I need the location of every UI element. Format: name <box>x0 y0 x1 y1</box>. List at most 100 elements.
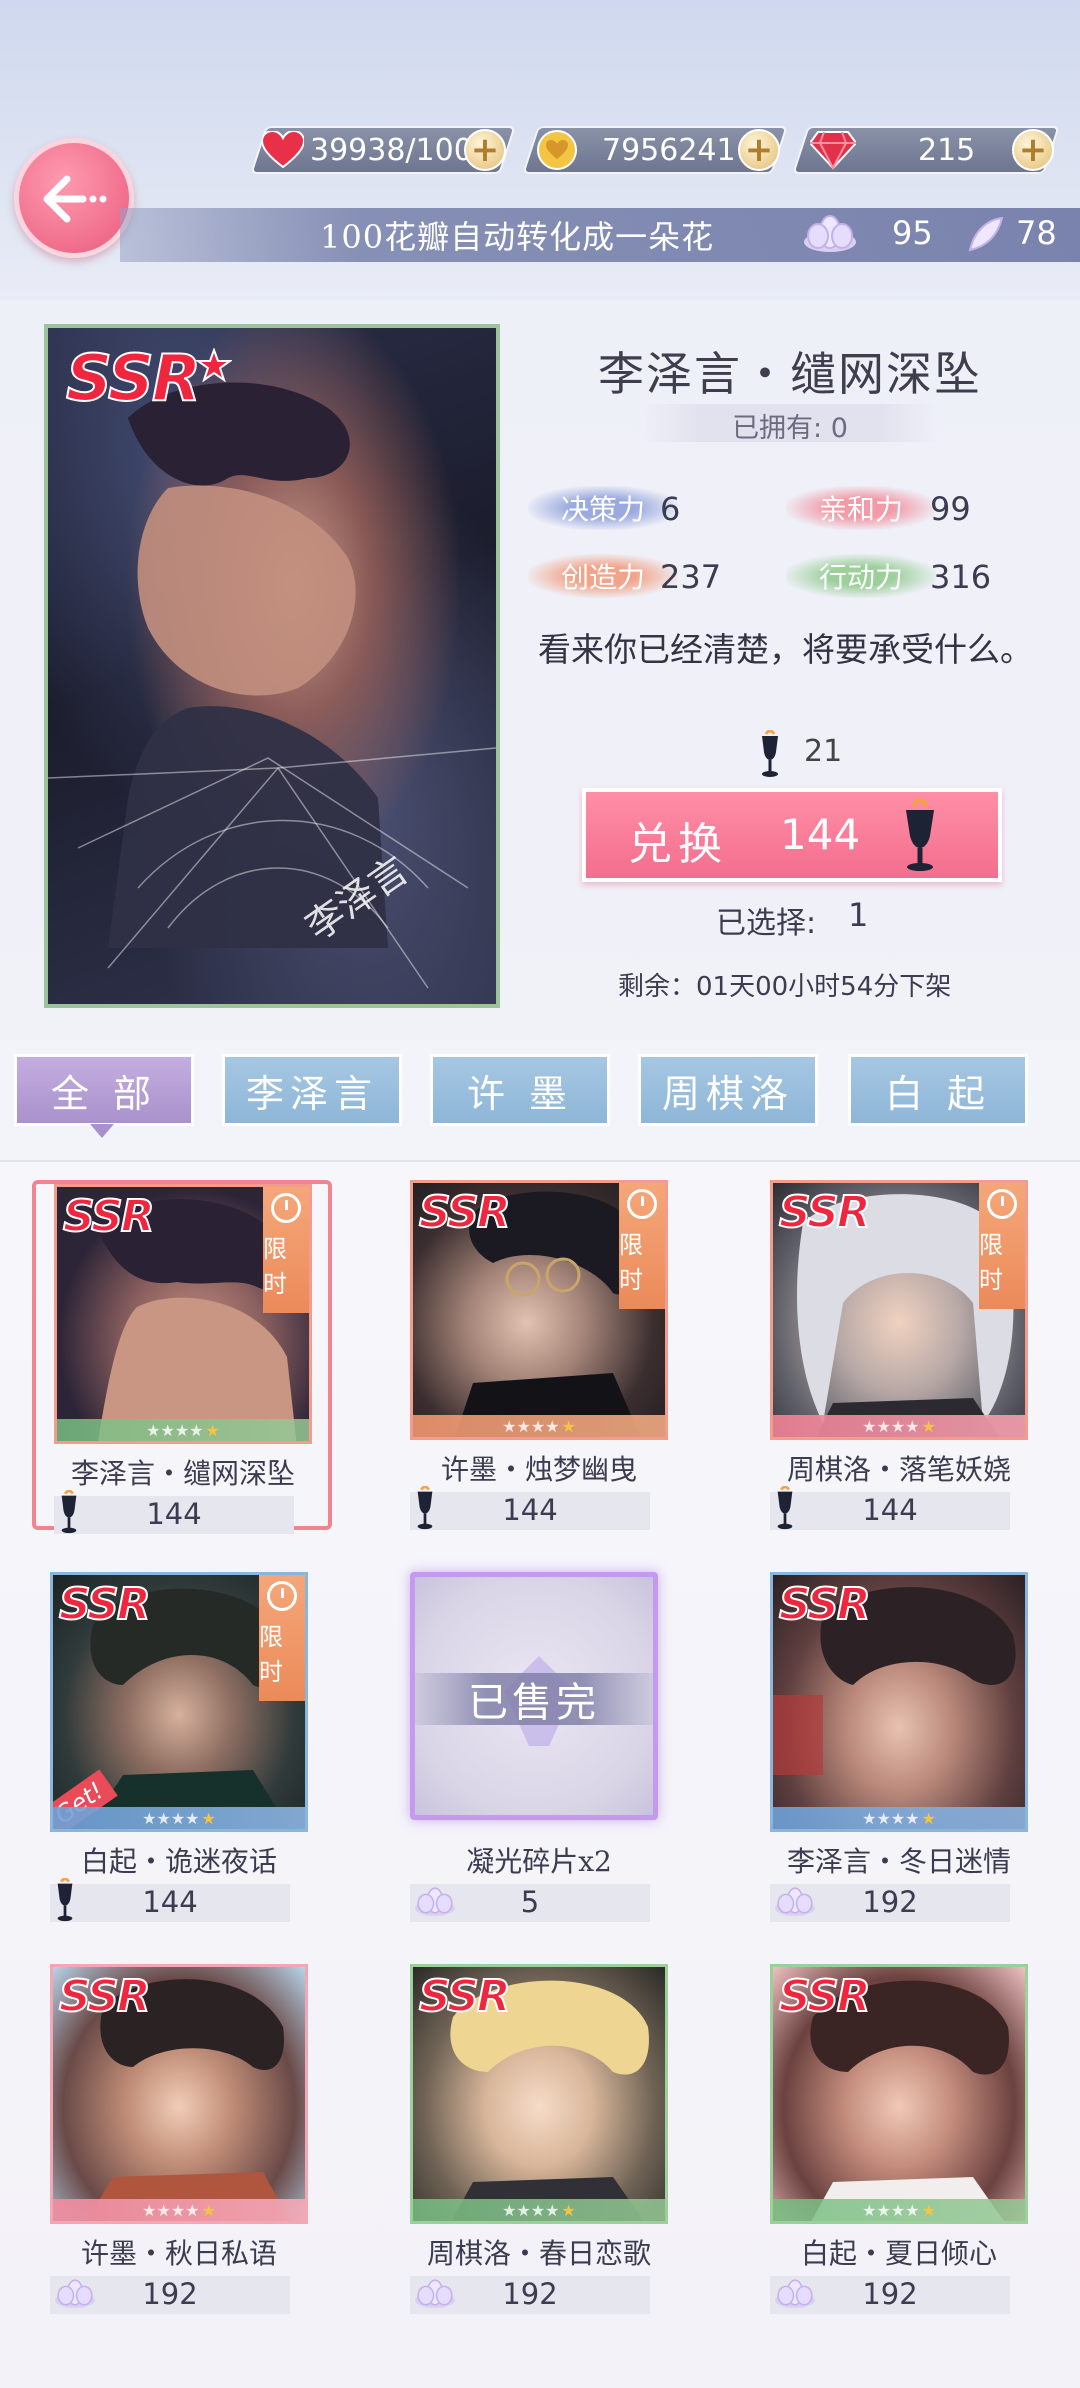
item-name: 李泽言・缱网深坠 <box>70 1457 295 1490</box>
stamina-plus-button[interactable]: + <box>464 129 506 171</box>
item-price: 144 <box>142 1885 198 1919</box>
exchange-price: 144 <box>780 810 861 859</box>
item-name: 周棋洛・春日恋歌 <box>426 2237 651 2270</box>
gold-coin-icon <box>537 130 577 170</box>
shop-item-1[interactable]: SSR 限时 ★★★★ ★ 李泽言・缱网深坠 144 <box>32 1180 332 1534</box>
tab-bai-qi[interactable]: 白 起 <box>848 1054 1028 1126</box>
star-rating: ★★★★ ★ <box>773 1807 1025 1829</box>
card-art-decoration <box>48 382 496 989</box>
item-artwork: SSR ★★★★ ★ <box>410 1964 668 2224</box>
goblet-icon <box>762 730 778 777</box>
item-artwork: SSR 限时 Get! ★★★★ ★ <box>50 1572 308 1832</box>
soldout-item-frame: 已售完 <box>410 1572 658 1820</box>
ssr-badge: SSR <box>58 1970 152 2023</box>
diamond-value: 215 <box>918 132 976 168</box>
limited-tag: 限时 <box>979 1183 1025 1309</box>
tab-zhou-qiluo[interactable]: 周棋洛 <box>638 1054 818 1126</box>
star-rating: ★★★★ ★ <box>773 2199 1025 2221</box>
stamina-display: 39938/100 <box>262 126 473 174</box>
card-quote: 看来你已经清楚，将要承受什么。 <box>538 630 1033 669</box>
ssr-badge: SSR <box>65 341 202 417</box>
clock-icon <box>267 1581 297 1611</box>
stat-creativity-value: 237 <box>660 558 722 596</box>
star-rating: ★★★★ ★ <box>413 1415 665 1437</box>
stat-action-value: 316 <box>930 558 992 596</box>
item-artwork: SSR 限时 ★★★★ ★ <box>54 1184 312 1444</box>
limited-tag: 限时 <box>259 1575 305 1701</box>
stat-decision-value: 6 <box>660 490 681 528</box>
selected-value[interactable]: 1 <box>848 896 868 934</box>
item-name: 许墨・烛梦幽曳 <box>440 1453 637 1486</box>
exchange-label: 兑换 <box>628 819 728 870</box>
item-artwork: SSR 限时 ★★★★ ★ <box>770 1180 1028 1440</box>
shop-item-9[interactable]: SSR ★★★★ ★ 白起・夏日倾心 192 <box>752 1964 1052 2314</box>
stat-action-label: 行动力 <box>786 554 936 598</box>
heart-icon <box>262 131 304 169</box>
item-name: 许墨・秋日私语 <box>80 2237 277 2270</box>
ssr-badge: SSR <box>778 1578 872 1631</box>
item-price: 144 <box>146 1497 202 1531</box>
shop-item-3[interactable]: SSR 限时 ★★★★ ★ 周棋洛・落笔妖娆 144 <box>752 1180 1052 1530</box>
gold-plus-button[interactable]: + <box>738 129 780 171</box>
limited-tag: 限时 <box>619 1183 665 1309</box>
item-name: 凝光碎片x2 <box>466 1845 612 1878</box>
shop-item-7[interactable]: SSR ★★★★ ★ 许墨・秋日私语 192 <box>32 1964 332 2314</box>
item-price: 192 <box>862 1885 918 1919</box>
star-rating: ★★★★ ★ <box>57 1419 309 1441</box>
item-price: 5 <box>520 1885 540 1919</box>
tab-li-zeyan[interactable]: 李泽言 <box>222 1054 402 1126</box>
item-title: 李泽言・缱网深坠 <box>598 347 982 401</box>
item-price: 192 <box>862 2277 918 2311</box>
ssr-badge: SSR <box>418 1186 512 1239</box>
stat-affinity-label: 亲和力 <box>786 486 936 530</box>
star-rating: ★★★★ ★ <box>53 2199 305 2221</box>
tab-xu-mo[interactable]: 许 墨 <box>430 1054 610 1126</box>
back-button[interactable] <box>14 138 134 258</box>
owned-count: 已拥有: 0 <box>732 413 848 444</box>
stamina-value: 39938/100 <box>310 132 473 168</box>
clock-icon <box>271 1193 301 1223</box>
currency-owned: 21 <box>804 734 843 769</box>
shop-item-2[interactable]: SSR 限时 ★★★★ ★ 许墨・烛梦幽曳 144 <box>392 1180 692 1530</box>
petal-count: 78 <box>1016 214 1057 252</box>
shop-item-5[interactable]: 已售完 凝光碎片x2 5 <box>392 1572 692 1922</box>
ssr-badge: SSR <box>418 1970 512 2023</box>
shop-item-6[interactable]: SSR ★★★★ ★ 李泽言・冬日迷情 192 <box>752 1572 1052 1922</box>
item-name: 白起・诡迷夜话 <box>80 1845 277 1878</box>
conversion-text: 100花瓣自动转化成一朵花 <box>320 218 715 256</box>
shop-item-8[interactable]: SSR ★★★★ ★ 周棋洛・春日恋歌 192 <box>392 1964 692 2314</box>
clock-icon <box>987 1189 1017 1219</box>
item-price: 192 <box>502 2277 558 2311</box>
selected-label: 已选择: <box>716 906 817 941</box>
star-rating: ★★★★ ★ <box>773 1415 1025 1437</box>
gold-value: 7956241 <box>602 132 736 168</box>
stat-decision-label: 决策力 <box>528 486 678 530</box>
item-name: 李泽言・冬日迷情 <box>786 1845 1011 1878</box>
diamond-icon <box>810 131 856 170</box>
tab-all[interactable]: 全 部 <box>14 1054 194 1126</box>
item-name: 白起・夏日倾心 <box>800 2237 997 2270</box>
featured-card-image[interactable]: SSR 李泽言 <box>44 324 500 1008</box>
soldout-label: 已售完 <box>415 1673 653 1726</box>
remaining-time: 剩余：01天00小时54分下架 <box>618 972 952 1002</box>
petal-icon <box>968 216 1004 252</box>
flower-count: 95 <box>892 214 933 252</box>
back-arrow-icon <box>43 175 107 223</box>
star-rating: ★★★★ ★ <box>53 1807 305 1829</box>
ssr-badge: SSR <box>778 1186 872 1239</box>
diamond-plus-button[interactable]: + <box>1012 129 1054 171</box>
item-artwork: SSR 限时 ★★★★ ★ <box>410 1180 668 1440</box>
stat-affinity-value: 99 <box>930 490 971 528</box>
goblet-icon <box>906 798 934 871</box>
tab-active-pointer <box>90 1124 114 1138</box>
stat-creativity-label: 创造力 <box>528 554 678 598</box>
ssr-badge: SSR <box>778 1970 872 2023</box>
item-artwork: SSR ★★★★ ★ <box>770 1964 1028 2224</box>
item-artwork: SSR ★★★★ ★ <box>50 1964 308 2224</box>
gold-display: 7956241 <box>536 126 736 174</box>
limited-tag: 限时 <box>263 1187 309 1313</box>
item-name: 周棋洛・落笔妖娆 <box>786 1453 1011 1486</box>
diamond-display: 215 <box>810 126 975 174</box>
item-artwork: SSR ★★★★ ★ <box>770 1572 1028 1832</box>
shop-item-4[interactable]: SSR 限时 Get! ★★★★ ★ 白起・诡迷夜话 144 <box>32 1572 332 1922</box>
